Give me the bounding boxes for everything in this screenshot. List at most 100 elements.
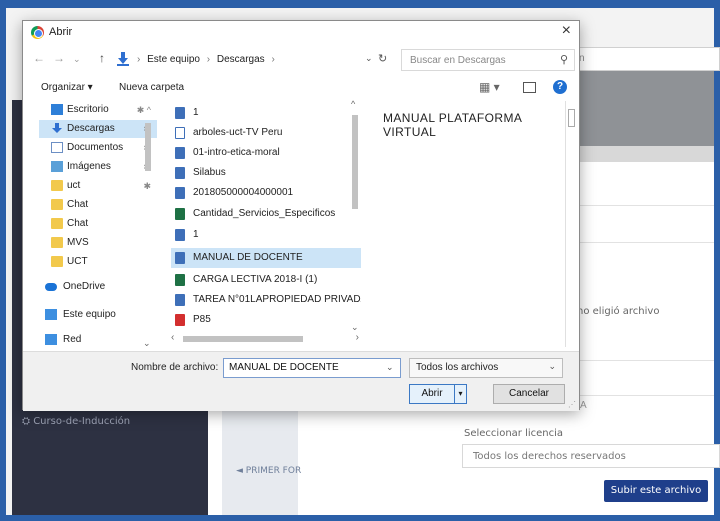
nav-item-label: Imágenes — [67, 161, 111, 172]
command-toolbar: Organizar ▾ Nueva carpeta ▦ ▾ ? — [23, 77, 579, 99]
nav-item-chat[interactable]: Chat — [39, 196, 157, 214]
word-file-icon — [175, 252, 185, 264]
word-file-icon — [175, 167, 185, 179]
chevron-down-icon[interactable]: ⌄ — [386, 362, 394, 373]
back-arrow-icon[interactable]: ← — [33, 51, 45, 65]
scrollbar-thumb[interactable] — [568, 109, 575, 127]
nav-item-este-equipo[interactable]: Este equipo — [39, 306, 157, 324]
scrollbar-thumb[interactable] — [352, 115, 358, 209]
file-item[interactable]: CARGA LECTIVA 2018-I (1) — [171, 270, 361, 290]
preview-scrollbar[interactable] — [565, 101, 577, 347]
view-options-icon[interactable]: ▦ ▾ — [479, 80, 500, 94]
no-file-text: no eligió archivo — [577, 306, 660, 317]
desktop-icon — [51, 104, 63, 115]
field-mark: A — [580, 400, 587, 411]
chevron-down-icon[interactable]: ⌄ — [143, 338, 151, 349]
recent-dropdown-icon[interactable]: ⌄ — [73, 54, 81, 65]
file-name: MANUAL DE DOCENTE — [193, 252, 303, 263]
file-item-selected[interactable]: MANUAL DE DOCENTE — [171, 248, 361, 268]
nav-item-label: Este equipo — [63, 309, 116, 320]
open-options-dropdown[interactable]: ▾ — [455, 384, 467, 404]
nav-item-onedrive[interactable]: OneDrive — [39, 278, 157, 296]
nav-item-chat[interactable]: Chat — [39, 215, 157, 233]
file-name: arboles-uct-TV Peru — [193, 127, 283, 138]
open-file-dialog: Abrir × ← → ⌄ ↑ › Este equipo › Descarga… — [22, 20, 580, 411]
file-item[interactable]: arboles-uct-TV Peru — [171, 123, 361, 143]
sidebar-item-curso[interactable]: ⛭ Curso-de-Inducción — [22, 416, 130, 427]
file-item[interactable]: Silabus — [171, 163, 361, 183]
download-icon — [52, 123, 62, 133]
nav-item-uct-folder[interactable]: UCT — [39, 253, 157, 271]
chevron-right-icon: › — [271, 54, 275, 65]
search-placeholder: Buscar en Descargas — [410, 55, 506, 66]
document-icon — [51, 142, 63, 153]
file-name: TAREA N°01LAPROPIEDAD PRIVADA — [193, 294, 361, 305]
file-name: 201805000004000001 — [193, 187, 294, 198]
chevron-up-icon[interactable]: ^ — [351, 99, 355, 109]
up-arrow-icon[interactable]: ↑ — [99, 51, 105, 65]
nav-item-label: Escritorio — [67, 104, 109, 115]
search-input[interactable]: Buscar en Descargas ⚲ — [401, 49, 575, 71]
resize-grip-icon[interactable]: ⋰ — [568, 400, 576, 409]
nav-item-uct[interactable]: uct ✱ — [39, 177, 157, 195]
file-item[interactable]: 1 — [171, 103, 361, 123]
forward-arrow-icon[interactable]: → — [53, 51, 65, 65]
image-file-icon — [175, 107, 185, 119]
upload-file-button[interactable]: Subir este archivo — [604, 480, 708, 502]
nav-item-escritorio[interactable]: Escritorio ✱ ^ — [39, 101, 157, 119]
dialog-titlebar: Abrir × — [23, 21, 579, 45]
preview-text: MANUAL PLATAFORMA VIRTUAL — [383, 111, 522, 139]
file-list-hscrollbar[interactable]: ‹ › — [171, 332, 361, 345]
nav-item-documentos[interactable]: Documentos ✱ — [39, 139, 157, 157]
folder-icon — [51, 180, 63, 191]
chrome-icon — [31, 26, 44, 39]
chevron-right-icon[interactable]: › — [356, 332, 359, 343]
cancel-button[interactable]: Cancelar — [493, 384, 565, 404]
prev-link[interactable]: ◄ PRIMER FOR — [236, 466, 301, 476]
new-folder-button[interactable]: Nueva carpeta — [119, 82, 184, 93]
file-item[interactable]: TAREA N°01LAPROPIEDAD PRIVADA — [171, 290, 361, 310]
address-dropdown-icon[interactable]: ⌄ — [365, 53, 373, 64]
license-select[interactable]: Todos los derechos reservados — [462, 444, 720, 468]
chevron-left-icon[interactable]: ‹ — [171, 332, 174, 343]
nav-item-label: OneDrive — [63, 281, 106, 292]
file-name: CARGA LECTIVA 2018-I (1) — [193, 274, 318, 285]
file-item[interactable]: Cantidad_Servicios_Especificos — [171, 204, 361, 224]
breadcrumb-descargas[interactable]: Descargas — [217, 54, 265, 65]
nav-item-label: Red — [63, 334, 82, 345]
page-search-input[interactable]: n — [570, 47, 720, 71]
breadcrumb-este-equipo[interactable]: Este equipo — [147, 54, 200, 65]
nav-item-mvs[interactable]: MVS — [39, 234, 157, 252]
address-bar[interactable]: › Este equipo › Descargas › — [115, 49, 385, 71]
close-button[interactable]: × — [562, 22, 571, 40]
chevron-right-icon: › — [137, 54, 141, 65]
file-name: Silabus — [193, 167, 226, 178]
address-bar-row: ← → ⌄ ↑ › Este equipo › Descargas › ⌄ ↻ … — [23, 49, 579, 71]
organize-menu-button[interactable]: Organizar ▾ — [41, 82, 93, 93]
file-item[interactable]: 01-intro-etica-moral — [171, 143, 361, 163]
dialog-footer: Nombre de archivo: MANUAL DE DOCENTE ⌄ T… — [23, 351, 579, 411]
nav-pane-scrollbar[interactable]: ⌄ — [143, 101, 153, 349]
help-icon[interactable]: ? — [553, 80, 567, 94]
scrollbar-thumb[interactable] — [183, 336, 303, 342]
nav-item-red[interactable]: Red — [39, 331, 157, 347]
document-file-icon — [175, 127, 185, 139]
file-item[interactable]: 1 — [171, 225, 361, 245]
refresh-icon[interactable]: ↻ — [378, 52, 387, 65]
image-file-icon — [175, 229, 185, 241]
filename-label: Nombre de archivo: — [131, 362, 219, 373]
nav-item-label: Chat — [67, 218, 89, 229]
file-name: Cantidad_Servicios_Especificos — [193, 208, 336, 219]
filename-input[interactable]: MANUAL DE DOCENTE — [223, 358, 401, 378]
file-item[interactable]: 201805000004000001 — [171, 183, 361, 203]
open-button[interactable]: Abrir — [409, 384, 455, 404]
filetype-select[interactable]: Todos los archivos ⌄ — [409, 358, 563, 378]
nav-item-label: Chat — [67, 199, 89, 210]
nav-item-imagenes[interactable]: Imágenes ✱ — [39, 158, 157, 176]
file-item[interactable]: P85 — [171, 310, 361, 330]
preview-pane-icon[interactable] — [523, 82, 536, 93]
file-name: P85 — [193, 314, 211, 325]
nav-item-descargas[interactable]: Descargas ✱ — [39, 120, 157, 138]
file-list-scrollbar[interactable]: ^ ⌄ — [349, 99, 361, 333]
scrollbar-thumb[interactable] — [145, 123, 151, 171]
